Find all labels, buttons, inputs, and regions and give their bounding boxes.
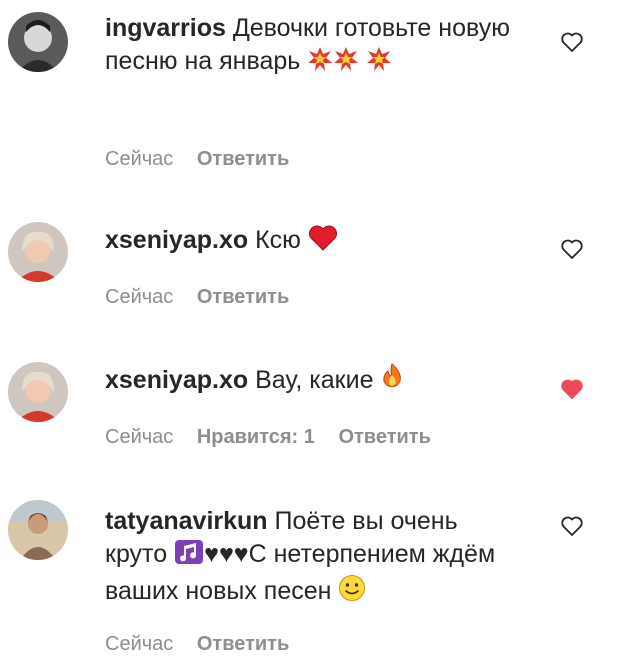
reply-button[interactable]: Ответить: [197, 286, 289, 308]
avatar[interactable]: [8, 500, 68, 560]
like-heart-icon[interactable]: [560, 514, 584, 538]
comment-meta: Сейчас Ответить: [105, 633, 307, 656]
likes-count[interactable]: Нравится: 1: [197, 426, 315, 448]
collision-emoji: [366, 46, 392, 81]
timestamp: Сейчас: [105, 286, 174, 308]
liked-heart-icon[interactable]: [560, 377, 584, 401]
reply-button[interactable]: Ответить: [197, 148, 289, 170]
music-notes-emoji: [174, 539, 204, 574]
comment-meta: Сейчас Нравится: 1 Ответить: [105, 426, 449, 449]
comment-text: ingvarrios Девочки готовьте новую песню …: [105, 12, 525, 81]
avatar[interactable]: [8, 222, 68, 282]
comment-text: xseniyap.xo Ксю: [105, 224, 525, 260]
username[interactable]: xseniyap.xo: [105, 366, 248, 394]
collision-emoji: [333, 46, 359, 81]
avatar[interactable]: [8, 362, 68, 422]
reply-button[interactable]: Ответить: [338, 426, 430, 448]
comment-meta: Сейчас Ответить: [105, 148, 307, 171]
username[interactable]: xseniyap.xo: [105, 226, 248, 254]
username[interactable]: tatyanavirkun: [105, 507, 268, 535]
username[interactable]: ingvarrios: [105, 14, 226, 42]
comment-body: Вау, какие: [255, 366, 374, 394]
avatar[interactable]: [8, 12, 68, 72]
timestamp: Сейчас: [105, 426, 174, 448]
comment-meta: Сейчас Ответить: [105, 286, 307, 309]
timestamp: Сейчас: [105, 633, 174, 655]
comment-text: xseniyap.xo Вау, какие: [105, 363, 525, 400]
comment-text: tatyanavirkun Поёте вы очень круто ♥♥♥С …: [105, 505, 525, 611]
smiley-emoji: [338, 574, 366, 611]
fire-emoji: [380, 363, 404, 400]
red-heart-emoji: [308, 225, 338, 260]
reply-button[interactable]: Ответить: [197, 633, 289, 655]
timestamp: Сейчас: [105, 148, 174, 170]
collision-emoji: [307, 46, 333, 81]
comment-body: Ксю: [255, 226, 301, 254]
like-heart-icon[interactable]: [560, 30, 584, 54]
like-heart-icon[interactable]: [560, 237, 584, 261]
